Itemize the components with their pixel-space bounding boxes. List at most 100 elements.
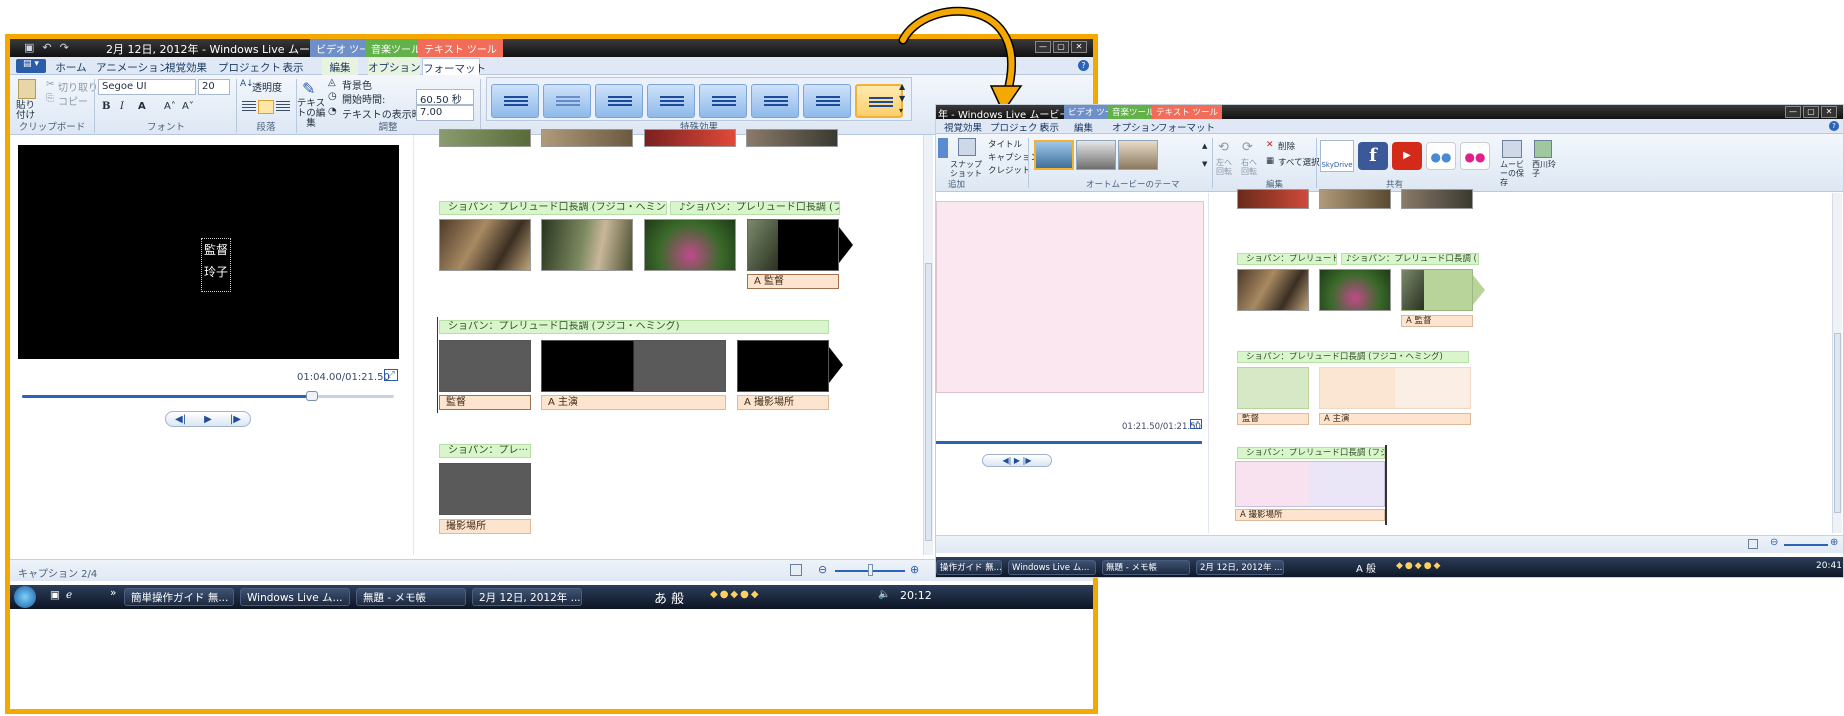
clip-thumbnail[interactable] [1237,367,1309,409]
rotate-left-icon[interactable]: ⟲ [1218,140,1229,155]
minimize-button[interactable]: — [1785,106,1801,118]
tab-format[interactable]: フォーマット [1158,120,1215,134]
people-icon[interactable]: ●● [1426,142,1456,170]
tab-options[interactable]: オプション [1112,120,1160,134]
paste-icon[interactable] [18,79,36,99]
caption-button[interactable]: キャプション [988,151,1039,163]
clip-thumbnail[interactable] [541,219,633,271]
storyboard-scrollbar[interactable] [923,135,933,555]
user-avatar[interactable] [1534,140,1552,158]
storyboard-view-icon[interactable] [790,564,802,576]
rotate-left-button[interactable]: 左へ回転 [1216,158,1238,176]
taskbar-item[interactable]: 無題 - メモ帳 [356,588,466,606]
snapshot-button[interactable]: スナップショット [950,160,984,178]
theme-default[interactable] [1034,140,1074,170]
theme-gallery-up-icon[interactable]: ▲ [1202,142,1207,150]
ime-indicator[interactable]: A 般 [1356,560,1376,575]
copy-icon[interactable]: ⎘ [46,93,54,104]
credit-button[interactable]: クレジット [988,164,1031,176]
music-track[interactable]: ショパン：プレリュード口長調 (フジコ・ヘミング) [439,320,829,334]
youtube-icon[interactable]: ▶ [1392,142,1422,170]
italic-button[interactable]: I [120,101,124,112]
theme-1[interactable] [1076,140,1116,170]
video-preview[interactable]: 監督 玲子 [18,145,399,359]
align-center-icon[interactable] [258,100,274,114]
play-button[interactable]: ▶ [204,414,212,425]
save-movie-button[interactable]: ムービーの保存 [1500,160,1528,187]
minimize-button[interactable]: — [1035,41,1051,53]
rotate-right-button[interactable]: 右へ回転 [1241,158,1263,176]
tab-visual-effects[interactable]: 視覚効果 [162,58,210,75]
zoom-in-icon[interactable]: ⊕ [910,563,919,576]
theme-gallery-down-icon[interactable]: ▼ [1202,160,1207,168]
system-tray-icons[interactable]: ◆●◆●◆ [710,589,761,600]
taskbar-item[interactable]: 2月 12日, 2012年 ... [1196,560,1284,575]
cut-button[interactable]: 切り取り [58,79,98,94]
music-track[interactable]: ♪ショパン：プレリュード口長調 (フジ··· [670,201,840,215]
tab-home[interactable]: ホーム [55,58,87,75]
clip-thumbnail[interactable] [746,129,838,147]
font-size-select[interactable]: 20 [198,79,230,95]
caption-item[interactable]: 監督 [439,395,531,410]
clip-thumbnail[interactable] [439,463,531,515]
system-tray-icons[interactable]: ◆●◆●◆ [1396,561,1442,571]
caption-item[interactable]: 監督 [1237,413,1309,425]
delete-button[interactable]: 削除 [1278,140,1295,152]
effect-3[interactable] [647,84,695,118]
effect-6[interactable] [803,84,851,118]
align-left-icon[interactable] [242,101,256,113]
clip-thumbnail[interactable] [747,219,839,271]
previous-frame-button[interactable]: ◀| [175,414,186,425]
effect-2[interactable] [595,84,643,118]
caption-item[interactable]: A 監督 [747,274,839,289]
clip-thumbnail[interactable] [541,129,633,147]
tab-edit[interactable]: 編集 [322,58,358,75]
caption-item[interactable]: 撮影場所 [439,519,531,534]
preview-caption[interactable]: 監督 玲子 [201,238,231,292]
maximize-button[interactable]: ▢ [1053,41,1069,53]
volume-icon[interactable]: 🔈 [878,589,890,600]
undo-icon[interactable]: ↶ [42,41,51,54]
save-icon[interactable]: ▣ [24,41,34,54]
video-preview[interactable] [936,201,1204,393]
effect-none[interactable] [491,84,539,118]
tab-project[interactable]: プロジェクト [218,58,281,75]
clip-thumbnail[interactable] [644,129,736,147]
flickr-icon[interactable]: ●● [1460,142,1490,170]
font-color-button[interactable]: A [138,101,146,112]
clip-thumbnail[interactable] [1319,189,1391,209]
tab-animation[interactable]: アニメーション [96,58,169,75]
tab-format[interactable]: フォーマット [422,58,486,76]
music-track[interactable]: ショパン：プレリュード口長調 (フジコ・ヘミング) [1237,351,1469,363]
clip-thumbnail[interactable] [1235,461,1385,507]
clip-thumbnail[interactable] [541,340,726,392]
select-all-icon[interactable]: ▦ [1266,156,1274,166]
caption-item[interactable]: A 監督 [1401,315,1473,327]
app-menu-button[interactable]: ▤ ▾ [16,59,46,73]
storyboard-scrollbar[interactable] [1832,193,1842,533]
zoom-slider[interactable] [1784,544,1828,546]
clip-thumbnail[interactable] [439,340,531,392]
taskbar-item[interactable]: 無題 - メモ帳 [1102,560,1190,575]
tab-project[interactable]: プロジェクト [990,120,1047,134]
caption-item[interactable]: A 撮影場所 [737,395,829,410]
ie-icon[interactable]: ℯ [66,589,72,601]
font-family-select[interactable]: Segoe UI [98,79,196,95]
zoom-out-icon[interactable]: ⊖ [818,563,827,576]
clip-thumbnail[interactable] [1237,269,1309,311]
tab-visual-effects[interactable]: 視覚効果 [944,120,982,134]
music-track[interactable]: ショパン：プレリュード口長調 (フジコ··· [1237,447,1385,459]
storyboard-view-icon[interactable] [1748,539,1758,549]
seek-bar[interactable] [936,441,1202,444]
clip-thumbnail[interactable] [1319,367,1471,409]
taskbar-item[interactable]: Windows Live ム... [240,588,350,606]
tab-options[interactable]: オプション [368,58,421,75]
music-track[interactable]: ♪ショパン：プレリュード口長調 (フジ··· [1341,253,1479,265]
music-track[interactable]: ショパン：プレ··· [439,444,531,458]
seek-bar[interactable] [22,391,394,401]
maximize-button[interactable]: ▢ [1803,106,1819,118]
ime-indicator[interactable]: あ 般 [654,588,684,607]
playback-controls[interactable]: ◀| ▶ |▶ [982,454,1052,467]
scrollbar-thumb[interactable] [1834,333,1841,513]
help-icon[interactable]: ? [1078,60,1089,71]
